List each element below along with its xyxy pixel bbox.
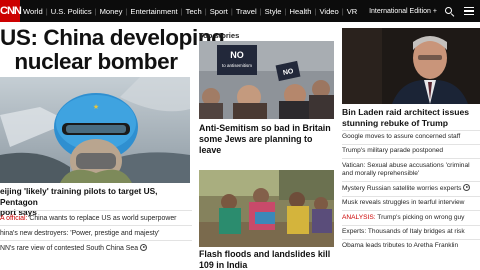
nav-link-style[interactable]: Style (265, 7, 282, 16)
section-title-top-stories: Top stories (199, 31, 240, 40)
mcraven-illustration (342, 28, 480, 104)
pilot-photo[interactable]: ★ (0, 77, 190, 183)
list-item[interactable]: Vatican: Sexual abuse accusations 'crimi… (342, 158, 480, 181)
story-headline-mcraven[interactable]: Bin Laden raid architect issues stunning… (342, 107, 480, 129)
nav-link-us-politics[interactable]: U.S. Politics (51, 7, 92, 16)
nav-link-video[interactable]: Video (319, 7, 338, 16)
top-nav-bar: CNN World | U.S. Politics | Money | Enterta… (0, 0, 480, 22)
nav-link-vr[interactable]: VR (347, 7, 358, 16)
list-item[interactable]: Mystery Russian satellite worries expert… (342, 180, 480, 196)
nav-link-world[interactable]: World (23, 7, 43, 16)
nav-link-health[interactable]: Health (290, 7, 312, 16)
list-item[interactable]: NN's rare view of contested South China … (0, 240, 192, 255)
nav-link-entertainment[interactable]: Entertainment (130, 7, 177, 16)
story-headline-floods[interactable]: Flash floods and landslides kill 109 in … (199, 249, 339, 270)
nav-link-travel[interactable]: Travel (236, 7, 257, 16)
list-item[interactable]: A official: China wants to replace US as… (0, 210, 192, 225)
menu-icon[interactable] (464, 7, 474, 15)
lead-related-list: A official: China wants to replace US as… (0, 210, 192, 255)
list-item[interactable]: ANALYSIS: Trump's picking on wrong guy (342, 210, 480, 224)
sign-text: NO (230, 50, 244, 60)
lead-headline[interactable]: US: China developing nuclear bomber (0, 26, 225, 74)
search-icon[interactable] (445, 6, 454, 16)
flood-photo[interactable] (199, 170, 334, 247)
nav-link-sport[interactable]: Sport (210, 7, 228, 16)
protest-illustration: NO to antisemitism NO (199, 41, 334, 119)
story-headline-antisemitism[interactable]: Anti-Semitism so bad in Britain some Jew… (199, 123, 339, 156)
play-video-icon (463, 184, 471, 192)
nav-link-tech[interactable]: Tech (186, 7, 202, 16)
mcraven-photo[interactable] (342, 28, 480, 104)
cnn-logo[interactable]: CNN (0, 0, 22, 22)
nav-link-money[interactable]: Money (100, 7, 123, 16)
list-item[interactable]: Obama leads tributes to Aretha Franklin (342, 238, 480, 253)
svg-text:★: ★ (93, 103, 99, 111)
list-item[interactable]: Trump's military parade postponed (342, 144, 480, 158)
protest-photo[interactable]: NO to antisemitism NO (199, 41, 334, 119)
edition-selector[interactable]: International Edition + (369, 8, 437, 15)
nav-links: World | U.S. Politics | Money | Entertainme… (23, 6, 358, 16)
play-video-icon (140, 244, 148, 251)
list-item[interactable]: Musk reveals struggles in tearful interv… (342, 196, 480, 210)
sign-text: to antisemitism (222, 63, 252, 68)
list-item[interactable]: hina's new destroyers: 'Power, prestige … (0, 225, 192, 240)
flood-illustration (199, 170, 334, 247)
pilot-illustration: ★ (0, 77, 190, 183)
nav-right: International Edition + (369, 0, 474, 22)
list-item[interactable]: Google moves to assure concerned staff (342, 130, 480, 144)
list-item[interactable]: Experts: Thousands of Italy bridges at r… (342, 224, 480, 239)
right-story-list: Google moves to assure concerned staff T… (342, 130, 480, 253)
